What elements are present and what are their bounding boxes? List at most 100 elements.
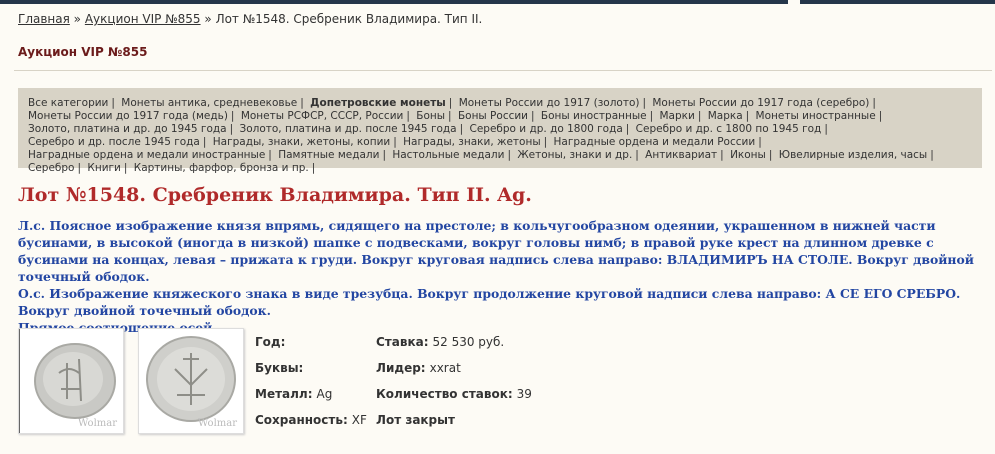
breadcrumb-auction-link[interactable]: Аукцион VIP №855 (85, 12, 201, 26)
leader-value: xxrat (429, 361, 461, 375)
category-separator: | (720, 149, 724, 161)
category-link[interactable]: Монеты иностранные (756, 110, 876, 122)
category-separator: | (77, 162, 82, 174)
coin-reverse-image[interactable]: Wolmar (138, 328, 244, 434)
category-link[interactable]: Картины, фарфор, бронза и пр. (134, 162, 309, 174)
reverse-description: О.с. Изображение княжеского знака в виде… (18, 286, 961, 318)
letters-row: Буквы: (255, 361, 307, 375)
category-separator: | (649, 110, 654, 122)
category-separator: | (768, 149, 773, 161)
category-link[interactable]: Награды, знаки, жетоны (403, 136, 541, 148)
category-separator: | (111, 97, 115, 109)
breadcrumb-separator: » (73, 12, 82, 26)
category-separator: | (311, 162, 316, 174)
category-link[interactable]: Настольные медали (392, 149, 504, 161)
coin-obverse-image[interactable]: Wolmar (18, 328, 124, 434)
category-separator: | (268, 149, 272, 161)
breadcrumb: Главная » Аукцион VIP №855 » Лот №1548. … (18, 12, 482, 26)
category-link[interactable]: Серебро и др. с 1800 по 1945 год (636, 123, 822, 135)
category-separator: | (230, 110, 235, 122)
category-link[interactable]: Памятные медали (278, 149, 379, 161)
grade-row: Сохранность: XF (255, 413, 367, 427)
category-link[interactable]: Ювелирные изделия, часы (779, 149, 928, 161)
category-separator: | (642, 97, 647, 109)
category-separator: | (872, 97, 876, 109)
category-link[interactable]: Книги (87, 162, 120, 174)
category-separator: | (625, 123, 630, 135)
watermark: Wolmar (77, 418, 117, 429)
breadcrumb-separator: » (204, 12, 212, 26)
bids-count-row: Количество ставок: 39 (376, 387, 532, 401)
leader-label: Лидер: (376, 361, 426, 375)
category-separator: | (930, 149, 934, 161)
bid-value: 52 530 руб. (432, 335, 505, 349)
category-link[interactable]: Золото, платина и др. до 1945 года (28, 123, 227, 135)
category-separator: | (300, 97, 304, 109)
category-separator: | (878, 110, 883, 122)
lot-title: Лот №1548. Сребреник Владимира. Тип II. … (18, 184, 532, 206)
category-link[interactable]: Иконы (730, 149, 766, 161)
grade-label: Сохранность: (255, 413, 348, 427)
category-link[interactable]: Монеты РСФСР, СССР, России (241, 110, 404, 122)
divider (14, 70, 992, 71)
category-separator: | (635, 149, 639, 161)
category-link[interactable]: Все категории (28, 97, 108, 109)
category-link[interactable]: Монеты России до 1917 года (серебро) (652, 97, 869, 109)
category-link[interactable]: Боны (416, 110, 445, 122)
bids-count-value: 39 (516, 387, 532, 401)
category-separator: | (543, 136, 548, 148)
category-separator: | (745, 110, 750, 122)
category-separator: | (531, 110, 535, 122)
top-bar-left (0, 0, 788, 4)
letters-label: Буквы: (255, 361, 304, 375)
top-bar-right (800, 0, 995, 4)
category-link[interactable]: Золото, платина и др. после 1945 года (239, 123, 456, 135)
bid-label: Ставка: (376, 335, 429, 349)
category-link[interactable]: Серебро и др. после 1945 года (28, 136, 200, 148)
lot-description: Л.с. Поясное изображение князя впрямь, с… (18, 217, 983, 336)
obverse-description: Л.с. Поясное изображение князя впрямь, с… (18, 218, 974, 284)
category-link[interactable]: Боны иностранные (541, 110, 647, 122)
category-link[interactable]: Допетровские монеты (310, 97, 446, 109)
category-link[interactable]: Монеты России до 1917 года (медь) (28, 110, 228, 122)
watermark: Wolmar (197, 418, 237, 429)
year-row: Год: (255, 335, 289, 349)
category-link[interactable]: Антиквариат (645, 149, 717, 161)
category-separator: | (824, 123, 828, 135)
category-separator: | (507, 149, 511, 161)
category-separator: | (382, 149, 386, 161)
bid-row: Ставка: 52 530 руб. (376, 335, 504, 349)
category-separator: | (393, 136, 397, 148)
category-link[interactable]: Марка (708, 110, 743, 122)
category-separator: | (229, 123, 234, 135)
category-link[interactable]: Наградные ордена и медали России (554, 136, 756, 148)
category-link[interactable]: Монеты антика, средневековье (121, 97, 297, 109)
category-link[interactable]: Боны России (458, 110, 528, 122)
category-separator: | (123, 162, 128, 174)
category-separator: | (758, 136, 762, 148)
auction-title: Аукцион VIP №855 (18, 45, 148, 59)
grade-value: XF (351, 413, 367, 427)
category-link[interactable]: Наградные ордена и медали иностранные (28, 149, 265, 161)
metal-value: Ag (316, 387, 333, 401)
breadcrumb-current: Лот №1548. Сребреник Владимира. Тип II. (215, 12, 483, 26)
category-link[interactable]: Награды, знаки, жетоны, копии (213, 136, 390, 148)
category-separator: | (406, 110, 410, 122)
category-separator: | (448, 110, 452, 122)
category-separator: | (459, 123, 464, 135)
metal-row: Металл: Ag (255, 387, 332, 401)
category-separator: | (202, 136, 207, 148)
metal-label: Металл: (255, 387, 313, 401)
category-link[interactable]: Серебро и др. до 1800 года (469, 123, 622, 135)
leader-row: Лидер: xxrat (376, 361, 461, 375)
bids-count-label: Количество ставок: (376, 387, 513, 401)
lot-status: Лот закрыт (376, 413, 455, 427)
category-separator: | (448, 97, 453, 109)
category-link[interactable]: Серебро (28, 162, 74, 174)
category-link[interactable]: Монеты России до 1917 (золото) (459, 97, 640, 109)
breadcrumb-home-link[interactable]: Главная (18, 12, 70, 26)
year-label: Год: (255, 335, 286, 349)
category-link[interactable]: Жетоны, знаки и др. (517, 149, 632, 161)
category-menu: Все категории | Монеты антика, средневеко… (18, 88, 982, 174)
category-link[interactable]: Марки (660, 110, 695, 122)
